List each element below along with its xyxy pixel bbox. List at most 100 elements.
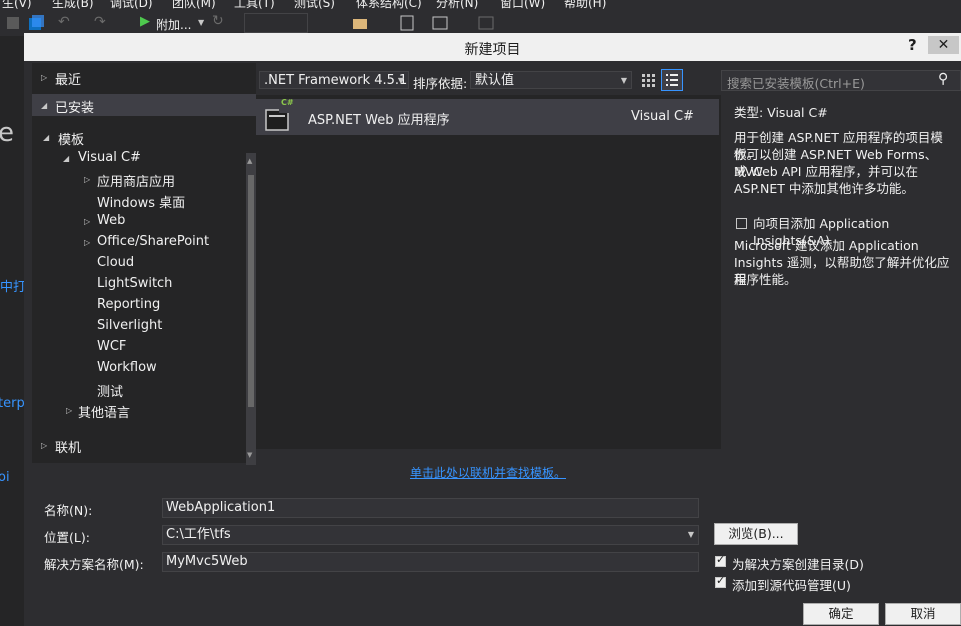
solution-name-field[interactable]: MyMvc5Web (162, 552, 699, 572)
chevron-down-icon[interactable]: ▼ (198, 18, 204, 27)
ide-menu-item[interactable]: 帮助(H) (564, 0, 606, 10)
help-icon[interactable]: ? (908, 36, 917, 54)
template-description-line: 或 Web API 应用程序，并可以在 (734, 164, 918, 179)
tree-item-workflow[interactable]: Workflow (97, 360, 157, 375)
tree-item-reporting[interactable]: Reporting (97, 297, 160, 312)
dialog-title: 新建项目 (464, 42, 521, 58)
csharp-badge: C# (281, 98, 294, 107)
add-source-control-checkbox[interactable] (715, 574, 726, 588)
start-page-text: e 2 (0, 118, 24, 148)
small-icons-view-icon[interactable] (641, 73, 655, 87)
tree-item-templates[interactable]: 模板 (58, 129, 84, 148)
sort-label: 排序依据: (413, 76, 468, 91)
name-field[interactable]: WebApplication1 (162, 498, 699, 518)
chevron-down-icon[interactable]: ▼ (688, 526, 694, 544)
expand-icon[interactable]: ▷ (84, 217, 90, 226)
tree-item-wcf[interactable]: WCF (97, 339, 126, 354)
framework-select[interactable]: .NET Framework 4.5.1 ▼ (259, 71, 409, 89)
sort-select[interactable]: 默认值 ▼ (470, 71, 632, 89)
template-item-aspnet[interactable]: C# ASP.NET Web 应用程序 Visual C# (256, 98, 719, 135)
ok-button[interactable]: 确定 (803, 603, 879, 625)
create-directory-checkbox[interactable] (715, 553, 726, 567)
ide-menu-item[interactable]: 团队(M) (172, 0, 216, 10)
bookmark-icon[interactable] (400, 15, 414, 31)
template-language: Visual C# (631, 109, 694, 124)
chevron-down-icon: ▼ (397, 76, 404, 85)
template-list: C# ASP.NET Web 应用程序 Visual C# (256, 95, 721, 449)
layout-icon[interactable] (478, 16, 494, 30)
template-description-line: ASP.NET 中添加其他许多功能。 (734, 181, 914, 196)
location-value: C:\工作\tfs (166, 527, 231, 542)
tree-item-visual-csharp[interactable]: Visual C# (78, 150, 141, 165)
start-page-link[interactable]: terp (0, 396, 24, 411)
redo-icon[interactable]: ↷ (94, 14, 106, 30)
expand-icon[interactable]: ▷ (84, 175, 90, 184)
attach-button[interactable]: 附加... (156, 16, 191, 33)
ide-menu-item[interactable]: 分析(N) (436, 0, 478, 10)
name-value: WebApplication1 (166, 500, 276, 515)
window-icon[interactable] (432, 16, 448, 30)
ide-menubar: 生(V) 生成(B) 调试(D) 团队(M) 工具(T) 测试(S) 体系结构(… (0, 0, 961, 10)
collapse-icon[interactable]: ◢ (63, 154, 69, 163)
ide-menu-item[interactable]: 生成(B) (52, 0, 94, 10)
tree-item-office-sharepoint[interactable]: Office/SharePoint (97, 234, 209, 249)
tree-item-installed[interactable]: 已安装 (55, 97, 94, 116)
new-project-dialog: 新建项目 ? ✕ ▷ 最近 ◢ 已安装 ◢ 模板 ◢ Visual C# ▷ 应… (24, 33, 961, 626)
tree-item-lightswitch[interactable]: LightSwitch (97, 276, 172, 291)
name-label: 名称(N): (44, 503, 93, 518)
insights-checkbox[interactable] (736, 218, 747, 229)
ide-start-page: e 2 中打 terp oi (0, 36, 24, 626)
ide-menu-item[interactable]: 测试(S) (294, 0, 335, 10)
search-placeholder: 搜索已安装模板(Ctrl+E) (727, 76, 865, 91)
close-button[interactable]: ✕ (928, 36, 959, 54)
insights-description-line: 程序性能。 (734, 272, 797, 287)
ide-menu-item[interactable]: 工具(T) (234, 0, 275, 10)
save-icon[interactable] (6, 16, 20, 30)
list-view-toggle[interactable] (661, 69, 683, 91)
framework-value: .NET Framework 4.5.1 (264, 73, 408, 88)
collapse-icon[interactable]: ◢ (41, 101, 47, 110)
tree-item-windows-desktop[interactable]: Windows 桌面 (97, 192, 185, 211)
tree-item-silverlight[interactable]: Silverlight (97, 318, 162, 333)
tree-item-other-languages[interactable]: 其他语言 (78, 402, 130, 421)
search-box[interactable]: 搜索已安装模板(Ctrl+E) ⚲ (721, 70, 961, 91)
ide-menu-item[interactable]: 调试(D) (110, 0, 153, 10)
refresh-icon[interactable]: ↻ (212, 13, 224, 29)
location-label: 位置(L): (44, 530, 90, 545)
tree-item-store-apps[interactable]: 应用商店应用 (97, 171, 175, 190)
expand-icon[interactable]: ▷ (84, 238, 90, 247)
scrollbar-thumb[interactable] (248, 175, 254, 407)
online-templates-link[interactable]: 单击此处以联机并查找模板。 (410, 464, 566, 481)
save-all-icon[interactable] (28, 15, 44, 31)
tree-item-online[interactable]: 联机 (55, 437, 81, 456)
collapse-icon[interactable]: ◢ (43, 133, 49, 142)
template-name: ASP.NET Web 应用程序 (308, 113, 450, 128)
location-field[interactable]: C:\工作\tfs ▼ (162, 525, 699, 545)
template-tree: ▷ 最近 ◢ 已安装 ◢ 模板 ◢ Visual C# ▷ 应用商店应用 Win… (32, 63, 256, 465)
folder-icon[interactable] (352, 16, 368, 30)
add-source-control-label[interactable]: 添加到源代码管理(U) (732, 575, 851, 594)
tree-item-recent[interactable]: 最近 (55, 69, 81, 88)
undo-icon[interactable]: ↶ (58, 14, 70, 30)
cancel-button[interactable]: 取消 (885, 603, 961, 625)
create-directory-label[interactable]: 为解决方案创建目录(D) (732, 554, 864, 573)
start-page-link[interactable]: 中打 (0, 276, 24, 295)
ide-menu-item[interactable]: 生(V) (2, 0, 32, 10)
template-type: 类型: Visual C# (734, 105, 828, 120)
expand-icon[interactable]: ▷ (41, 73, 47, 82)
browse-button[interactable]: 浏览(B)... (714, 523, 798, 545)
tree-item-web[interactable]: Web (97, 213, 125, 228)
search-icon[interactable]: ⚲ (938, 71, 948, 87)
tree-scrollbar[interactable]: ▲ ▼ (246, 153, 256, 465)
expand-icon[interactable]: ▷ (41, 441, 47, 450)
ide-menu-item[interactable]: 窗口(W) (500, 0, 545, 10)
config-combo[interactable] (244, 13, 308, 33)
start-page-link[interactable]: oi (0, 470, 10, 485)
expand-icon[interactable]: ▷ (66, 406, 72, 415)
tree-item-cloud[interactable]: Cloud (97, 255, 134, 270)
tree-item-test[interactable]: 测试 (97, 381, 123, 400)
start-icon[interactable]: ▶ (140, 14, 150, 29)
sort-value: 默认值 (475, 73, 515, 88)
ide-menu-item[interactable]: 体系结构(C) (356, 0, 422, 10)
list-view-icon (666, 74, 678, 86)
